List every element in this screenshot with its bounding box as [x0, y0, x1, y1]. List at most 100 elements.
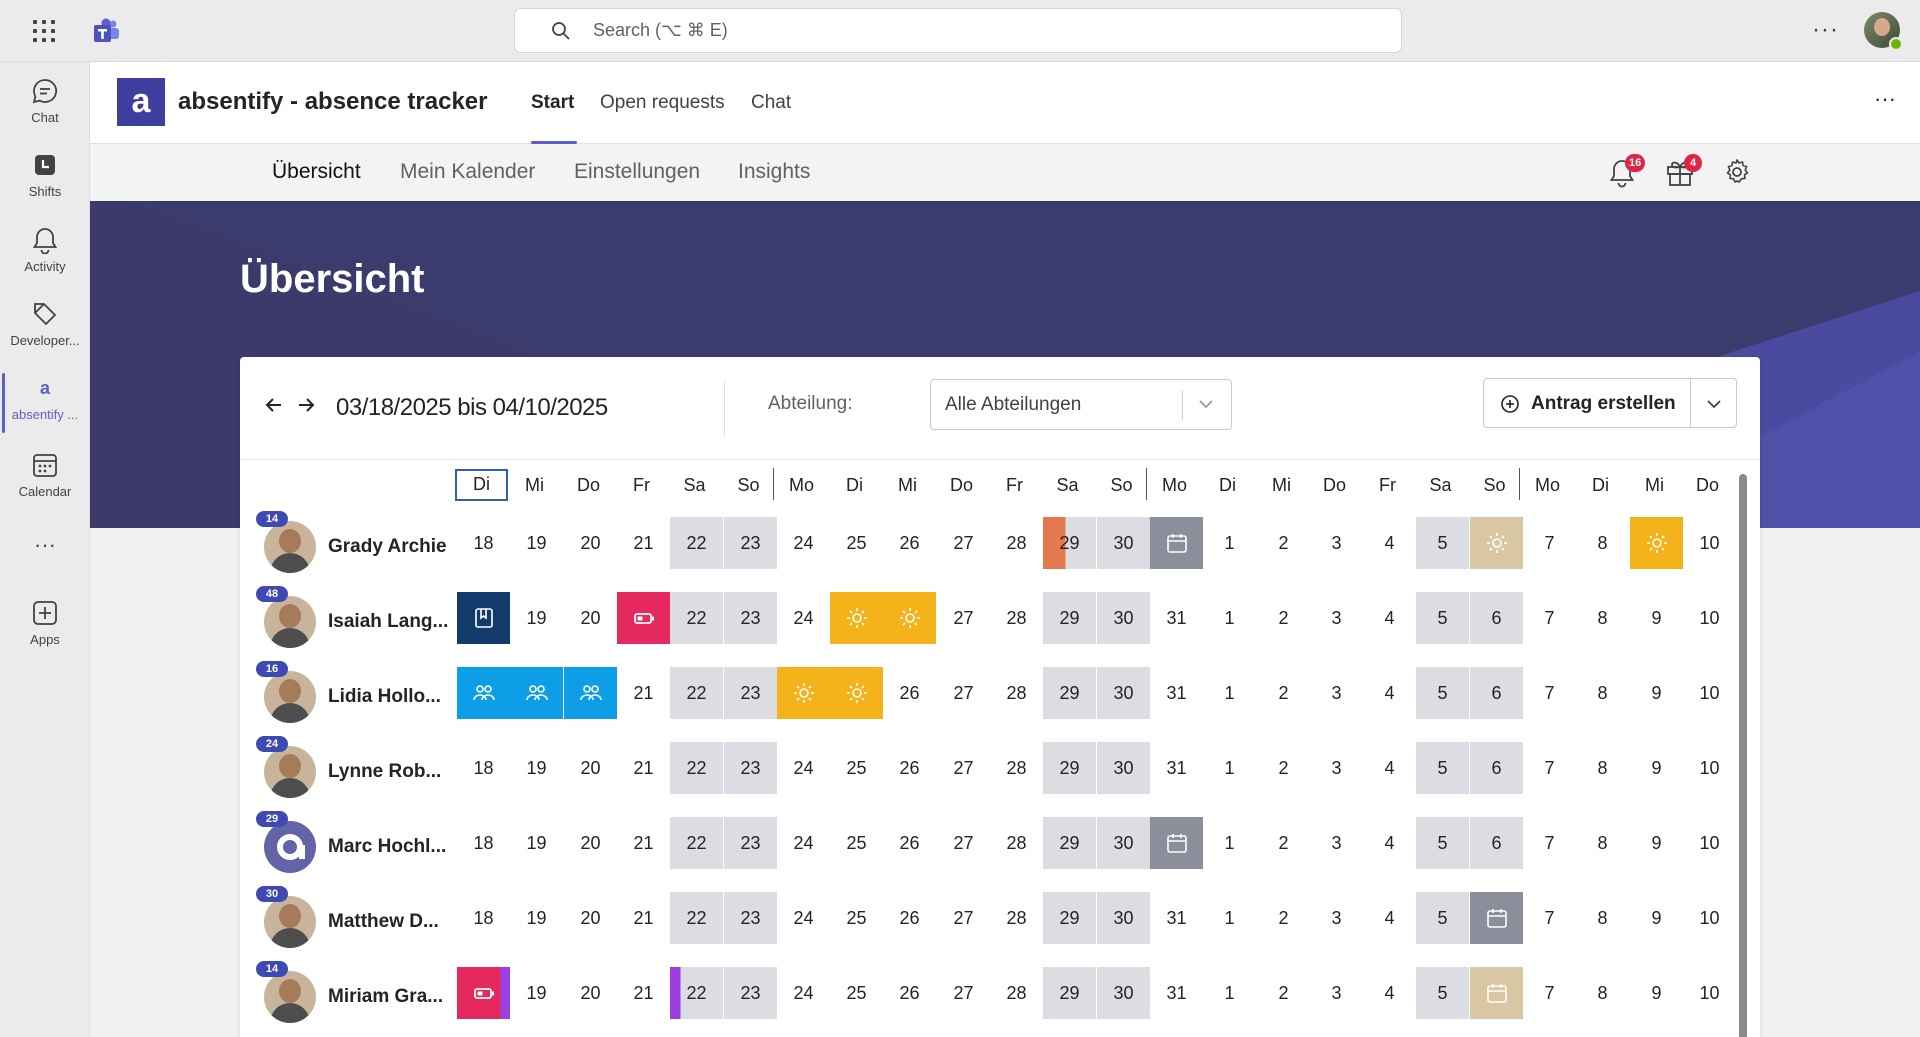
- day-cell[interactable]: 27: [937, 967, 990, 1019]
- day-cell[interactable]: 27: [937, 592, 990, 644]
- day-cell[interactable]: 5: [1416, 742, 1469, 794]
- day-cell[interactable]: 28: [990, 592, 1043, 644]
- day-cell[interactable]: 5: [1416, 517, 1469, 569]
- day-cell[interactable]: 4: [1363, 742, 1416, 794]
- day-cell[interactable]: 21: [617, 517, 670, 569]
- day-cell[interactable]: 19: [510, 967, 563, 1019]
- day-cell[interactable]: 20: [564, 517, 617, 569]
- vacation-cell[interactable]: [830, 667, 883, 719]
- employee-info[interactable]: 48 Isaiah Lang...: [256, 586, 464, 652]
- day-cell[interactable]: 8: [1576, 817, 1629, 869]
- day-cell[interactable]: 23: [724, 667, 777, 719]
- day-cell[interactable]: 20: [564, 742, 617, 794]
- tab-chat[interactable]: Chat: [751, 92, 791, 114]
- day-cell[interactable]: 9: [1630, 967, 1683, 1019]
- day-cell[interactable]: 29: [1043, 817, 1096, 869]
- search-input[interactable]: [593, 9, 1373, 52]
- day-cell[interactable]: 18: [457, 892, 510, 944]
- day-cell[interactable]: 2: [1257, 742, 1310, 794]
- day-cell[interactable]: 22: [670, 517, 723, 569]
- rail-item-shifts[interactable]: Shifts: [0, 150, 90, 199]
- day-cell[interactable]: 8: [1576, 592, 1629, 644]
- day-cell[interactable]: 26: [883, 892, 936, 944]
- day-cell[interactable]: 22: [670, 892, 723, 944]
- half-day-absence-cell[interactable]: 29: [1043, 517, 1096, 569]
- day-cell[interactable]: 24: [777, 592, 830, 644]
- day-cell[interactable]: 28: [990, 817, 1043, 869]
- rail-item-absentify[interactable]: a absentify ...: [0, 373, 90, 433]
- department-select[interactable]: Alle Abteilungen: [930, 379, 1232, 430]
- day-cell[interactable]: 3: [1310, 517, 1363, 569]
- day-cell[interactable]: 26: [883, 967, 936, 1019]
- day-cell[interactable]: 26: [883, 517, 936, 569]
- day-cell[interactable]: 1: [1203, 592, 1256, 644]
- day-cell[interactable]: 6: [1470, 817, 1523, 869]
- day-cell[interactable]: 10: [1683, 742, 1736, 794]
- create-request-button[interactable]: Antrag erstellen: [1483, 378, 1737, 428]
- day-cell[interactable]: 18: [457, 817, 510, 869]
- day-cell[interactable]: 1: [1203, 892, 1256, 944]
- day-cell[interactable]: 9: [1630, 742, 1683, 794]
- subtab-uebersicht[interactable]: Übersicht: [272, 160, 361, 184]
- holiday-cell[interactable]: [1150, 817, 1203, 869]
- day-cell[interactable]: 9: [1630, 892, 1683, 944]
- employee-info[interactable]: 30 Matthew D...: [256, 886, 464, 952]
- day-cell[interactable]: 5: [1416, 592, 1469, 644]
- settings-button[interactable]: [1722, 156, 1752, 193]
- day-cell[interactable]: 4: [1363, 592, 1416, 644]
- day-cell[interactable]: 4: [1363, 892, 1416, 944]
- day-cell[interactable]: 24: [777, 517, 830, 569]
- day-cell[interactable]: 3: [1310, 967, 1363, 1019]
- day-cell[interactable]: 24: [777, 817, 830, 869]
- day-cell[interactable]: 20: [564, 967, 617, 1019]
- day-cell[interactable]: 31: [1150, 742, 1203, 794]
- day-cell[interactable]: 21: [617, 742, 670, 794]
- day-cell[interactable]: 24: [777, 742, 830, 794]
- day-cell[interactable]: 25: [830, 742, 883, 794]
- day-cell[interactable]: 1: [1203, 667, 1256, 719]
- day-cell[interactable]: 5: [1416, 967, 1469, 1019]
- day-cell[interactable]: 3: [1310, 817, 1363, 869]
- day-cell[interactable]: 19: [510, 517, 563, 569]
- rail-item-apps[interactable]: Apps: [0, 598, 90, 647]
- day-cell[interactable]: 30: [1097, 967, 1150, 1019]
- day-cell[interactable]: 23: [724, 592, 777, 644]
- day-cell[interactable]: 10: [1683, 667, 1736, 719]
- day-cell[interactable]: 2: [1257, 667, 1310, 719]
- day-cell[interactable]: 2: [1257, 967, 1310, 1019]
- holiday-cell[interactable]: [1470, 967, 1523, 1019]
- day-cell[interactable]: 23: [724, 967, 777, 1019]
- day-cell[interactable]: 1: [1203, 742, 1256, 794]
- day-cell[interactable]: 19: [510, 592, 563, 644]
- tab-start[interactable]: Start: [531, 92, 574, 114]
- app-more-icon[interactable]: ···: [1874, 86, 1896, 112]
- day-cell[interactable]: 18: [457, 517, 510, 569]
- employee-info[interactable]: 24 Lynne Rob...: [256, 736, 464, 802]
- training-cell[interactable]: [457, 592, 510, 644]
- holiday-cell[interactable]: [1150, 517, 1203, 569]
- day-cell[interactable]: 23: [724, 517, 777, 569]
- day-cell[interactable]: 27: [937, 817, 990, 869]
- day-cell[interactable]: 20: [564, 817, 617, 869]
- tab-open-requests[interactable]: Open requests: [600, 92, 725, 114]
- day-cell[interactable]: 10: [1683, 592, 1736, 644]
- day-cell[interactable]: 4: [1363, 967, 1416, 1019]
- vacation-cell[interactable]: [830, 592, 883, 644]
- day-cell[interactable]: 19: [510, 892, 563, 944]
- employee-info[interactable]: 29 Marc Hochl...: [256, 811, 464, 877]
- day-cell[interactable]: 3: [1310, 592, 1363, 644]
- subtab-insights[interactable]: Insights: [738, 160, 810, 184]
- day-cell[interactable]: 23: [724, 892, 777, 944]
- day-cell[interactable]: 31: [1150, 967, 1203, 1019]
- day-cell[interactable]: 20: [564, 592, 617, 644]
- day-cell[interactable]: 1: [1203, 967, 1256, 1019]
- day-cell[interactable]: 8: [1576, 667, 1629, 719]
- subtab-mein-kalender[interactable]: Mein Kalender: [400, 160, 535, 184]
- day-cell[interactable]: 26: [883, 817, 936, 869]
- day-cell[interactable]: 30: [1097, 592, 1150, 644]
- day-cell[interactable]: 30: [1097, 817, 1150, 869]
- day-cell[interactable]: 28: [990, 892, 1043, 944]
- half-day-absence-cell[interactable]: 22: [670, 967, 723, 1019]
- day-cell[interactable]: 8: [1576, 967, 1629, 1019]
- day-cell[interactable]: 7: [1523, 592, 1576, 644]
